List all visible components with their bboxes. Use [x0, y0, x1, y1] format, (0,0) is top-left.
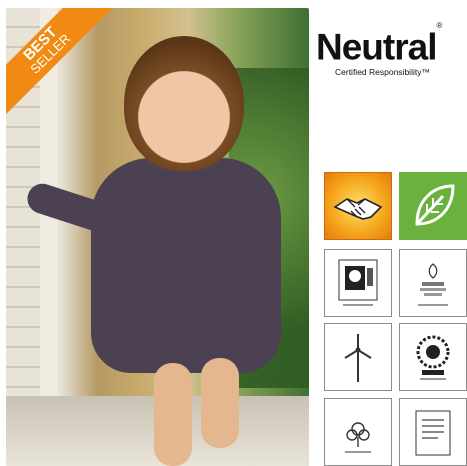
handshake-icon: [333, 198, 383, 220]
leaf-icon: [415, 184, 455, 226]
fair-trade-tile[interactable]: [324, 172, 392, 240]
document-cert-tile[interactable]: [399, 398, 467, 466]
brand-logo: Neutral® Certified Responsibility™: [316, 21, 467, 78]
document-icon: [415, 410, 451, 456]
wind-turbine-icon: [344, 334, 372, 382]
eco-tile[interactable]: [399, 172, 467, 240]
photo-child-leg-left: [154, 363, 192, 466]
fairtrade-certificate-icon: [338, 259, 378, 306]
brand-name: Neutral®: [316, 21, 467, 68]
organic-certificate-icon: [418, 263, 448, 306]
photo-child-leg-right: [201, 358, 239, 448]
sun-cert-tile[interactable]: [399, 323, 467, 391]
brand-name-text: Neutral: [316, 26, 437, 68]
cotton-cert-tile[interactable]: [324, 398, 392, 466]
sun-emblem-icon: [416, 335, 450, 380]
brand-tagline: Certified Responsibility™: [335, 67, 430, 78]
cotton-plant-icon: [345, 422, 371, 453]
fairtrade-cert-tile[interactable]: [324, 249, 392, 317]
best-seller-badge: BEST SELLER: [6, 8, 116, 118]
wind-energy-tile[interactable]: [324, 323, 392, 391]
brand-trademark: ®: [436, 21, 442, 30]
photo-child-head: [124, 36, 244, 171]
photo-child-arm-right: [221, 213, 261, 323]
best-seller-ribbon: BEST SELLER: [6, 8, 115, 118]
organic-cert-tile[interactable]: [399, 249, 467, 317]
